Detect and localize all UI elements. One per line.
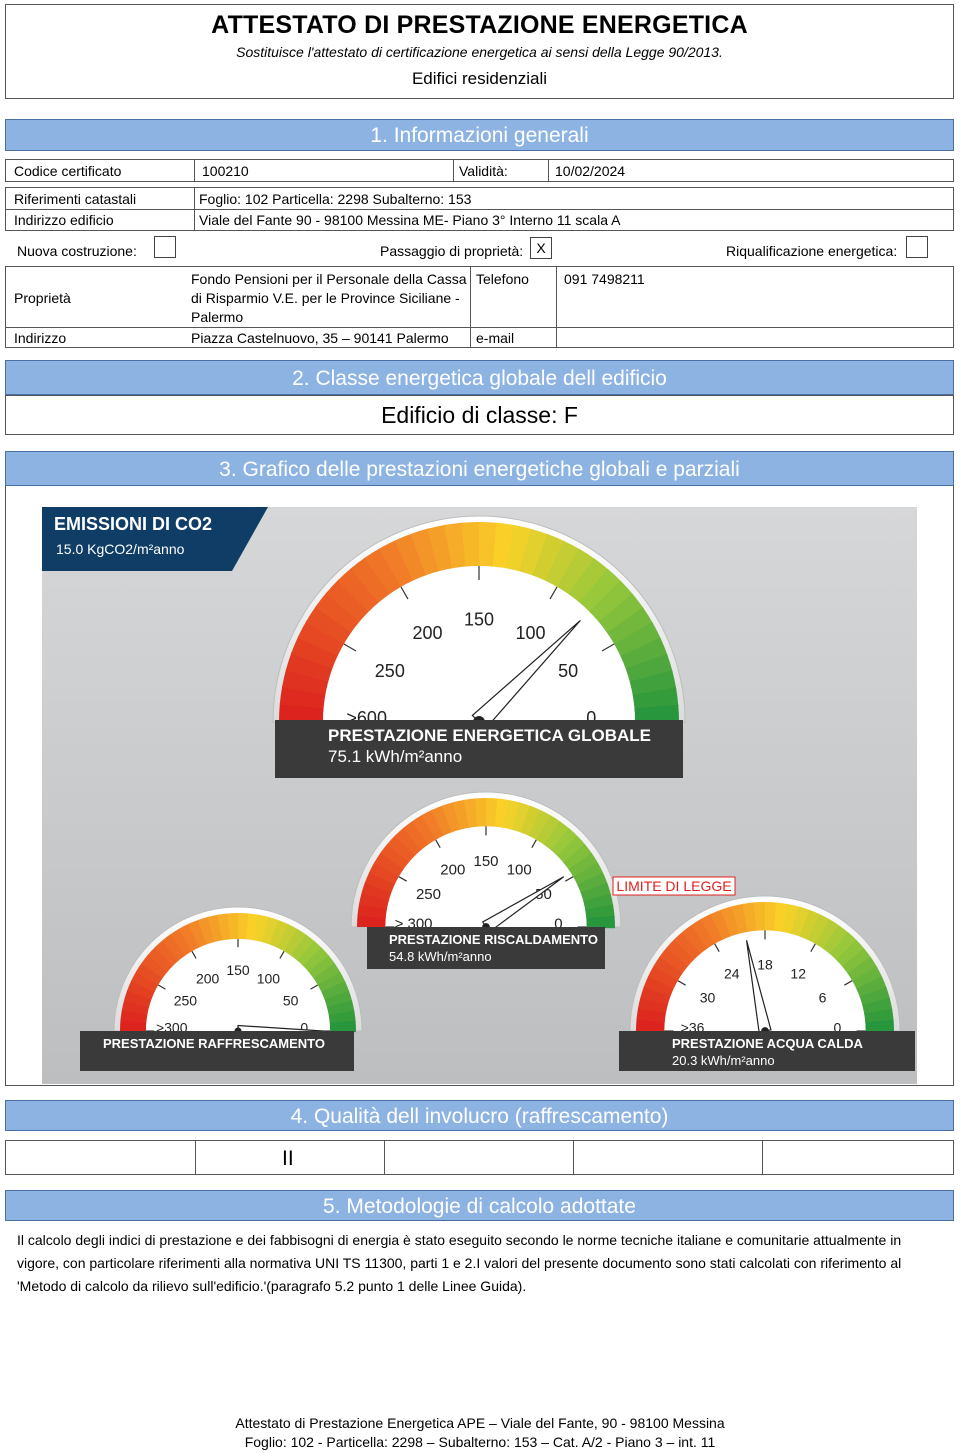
section-2-header: 2. Classe energetica globale dell edific… — [5, 360, 954, 395]
indirizzo-edificio-label: Indirizzo edificio — [14, 212, 114, 228]
rif-value: Foglio: 102 Particella: 2298 Subalterno:… — [199, 191, 472, 207]
gauge-tick-label: 24 — [724, 965, 740, 981]
gauge-caption-name: PRESTAZIONE ENERGETICA GLOBALE — [328, 726, 651, 745]
proprieta-line-3: Palermo — [191, 309, 244, 325]
riqual-checkbox[interactable] — [906, 236, 928, 258]
gauge-caption-value: 20.3 kWh/m²anno — [672, 1053, 775, 1068]
validita-label: Validità: — [459, 163, 508, 179]
document-title: ATTESTATO DI PRESTAZIONE ENERGETICA — [211, 11, 748, 39]
telefono-value: 091 7498211 — [564, 271, 645, 287]
gauge-tick-label: 18 — [757, 956, 773, 972]
gauge-caption-name: PRESTAZIONE ACQUA CALDA — [672, 1036, 864, 1051]
classe-box: Edificio di classe: F — [5, 395, 954, 435]
gauge-tick-label: 200 — [440, 862, 465, 879]
gauge-tick-label: 150 — [473, 853, 498, 870]
rif-label: Riferimenti catastali — [14, 191, 137, 207]
indirizzo-value: Piazza Castelnuovo, 35 – 90141 Palermo — [191, 330, 449, 346]
co2-value: 15.0 KgCO2/m²anno — [56, 541, 185, 557]
proprieta-label: Proprietà — [14, 290, 71, 306]
section-1-title: 1. Informazioni generali — [370, 124, 589, 147]
gauge-tick-label: 12 — [790, 965, 806, 981]
document-category: Edifici residenziali — [411, 69, 548, 88]
section-1-header: 1. Informazioni generali — [5, 119, 954, 151]
section-3-title: 3. Grafico delle prestazioni energetiche… — [219, 458, 740, 481]
gauge-tick-label: 250 — [416, 886, 441, 903]
gauge-tick-label: 200 — [196, 970, 220, 986]
gauge-tick-label: 6 — [819, 990, 827, 1006]
metodologie-line-2: vigore, con particolare riferimenti alla… — [17, 1255, 902, 1271]
section-5-title: 5. Metodologie di calcolo adottate — [323, 1195, 636, 1218]
gauge-tick-label: 250 — [375, 661, 405, 681]
email-label: e-mail — [476, 330, 515, 346]
limit-label: LIMITE DI LEGGE — [616, 878, 731, 894]
co2-title: EMISSIONI DI CO2 — [54, 514, 212, 534]
gauge-tick-label: 50 — [558, 661, 578, 681]
gauge-tick-label: 100 — [515, 623, 545, 643]
section-2-title: 2. Classe energetica globale dell edific… — [292, 367, 667, 390]
section-5-header: 5. Metodologie di calcolo adottate — [5, 1190, 954, 1221]
gauge-tick-label: 100 — [507, 862, 532, 879]
section-3-header: 3. Grafico delle prestazioni energetiche… — [5, 451, 954, 486]
gauge-caption-name: PRESTAZIONE RAFFRESCAMENTO — [103, 1036, 325, 1051]
proprieta-line-2: di Risparmio V.E. per le Province Sicili… — [191, 290, 460, 306]
telefono-label: Telefono — [476, 271, 529, 287]
proprieta-block: Proprietà Fondo Pensioni per il Personal… — [5, 266, 954, 348]
gauge-tick-label: 30 — [700, 990, 716, 1006]
indirizzo-edificio-value: Viale del Fante 90 - 98100 Messina ME- P… — [199, 212, 621, 228]
passaggio-checkbox[interactable]: X — [530, 237, 552, 259]
gauge-tick-label: 100 — [257, 970, 281, 986]
catasto-block: Riferimenti catastali Foglio: 102 Partic… — [5, 187, 954, 231]
gauge-tick-label: 250 — [174, 993, 198, 1009]
gauge-caption-value: 75.1 kWh/m²anno — [328, 747, 462, 766]
classe-energetica: Edificio di classe: F — [381, 402, 578, 428]
gauge-caption-value: 54.8 kWh/m²anno — [389, 949, 492, 964]
riqual-label: Riqualificazione energetica: — [726, 243, 898, 259]
document-header: ATTESTATO DI PRESTAZIONE ENERGETICA Sost… — [5, 4, 954, 99]
passaggio-label: Passaggio di proprietà: — [380, 243, 524, 259]
section-4-header: 4. Qualità dell involucro (raffrescament… — [5, 1100, 954, 1131]
validita-value: 10/02/2024 — [555, 163, 626, 179]
codice-label: Codice certificato — [14, 163, 122, 179]
metodologie-line-3: 'Metodo di calcolo da rilievo sull'edifi… — [17, 1278, 527, 1294]
gauges-panel: EMISSIONI DI CO2 15.0 KgCO2/m²anno >6002… — [42, 507, 917, 1084]
gauge-caption-name: PRESTAZIONE RISCALDAMENTO — [389, 932, 598, 947]
involucro-class: II — [282, 1147, 294, 1170]
gauge-tick-label: 200 — [412, 623, 442, 643]
indirizzo-label: Indirizzo — [14, 330, 67, 346]
footer-line-1: Attestato di Prestazione Energetica APE … — [235, 1415, 725, 1431]
metodologie-text: Il calcolo degli indici di prestazione e… — [17, 1229, 947, 1298]
intervento-row: Nuova costruzione: Passaggio di propriet… — [0, 236, 960, 264]
metodologie-line-1: Il calcolo degli indici di prestazione e… — [17, 1232, 902, 1248]
nuova-label: Nuova costruzione: — [17, 243, 137, 259]
codice-value: 100210 — [202, 163, 249, 179]
gauge-tick-label: 150 — [226, 962, 250, 978]
gauge-tick-label: 50 — [283, 993, 299, 1009]
gauge-tick-label: 150 — [464, 609, 494, 629]
page-footer: Attestato di Prestazione Energetica APE … — [0, 1414, 960, 1452]
codice-row: Codice certificato 100210 Validità: 10/0… — [5, 159, 954, 182]
involucro-row: II — [5, 1140, 954, 1175]
nuova-checkbox[interactable] — [154, 236, 176, 258]
document-subtitle: Sostituisce l'attestato di certificazion… — [236, 44, 723, 60]
section-4-title: 4. Qualità dell involucro (raffrescament… — [290, 1105, 669, 1128]
proprieta-line-1: Fondo Pensioni per il Personale della Ca… — [191, 271, 467, 287]
footer-line-2: Foglio: 102 - Particella: 2298 – Subalte… — [244, 1434, 716, 1450]
